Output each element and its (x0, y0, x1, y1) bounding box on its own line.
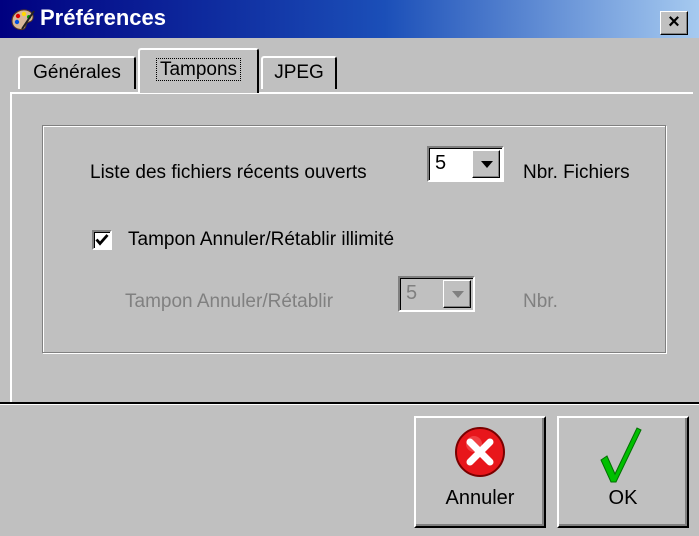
unlimited-undo-checkbox[interactable] (92, 230, 112, 250)
close-icon: × (668, 11, 680, 33)
dropdown-button[interactable] (472, 150, 500, 178)
check-icon (95, 234, 109, 246)
close-button[interactable]: × (660, 11, 688, 35)
ok-button-label: OK (608, 487, 638, 509)
tab-tampons[interactable]: Tampons (138, 48, 259, 93)
recent-files-label: Liste des fichiers récents ouverts (90, 162, 367, 183)
cancel-x-icon (455, 427, 505, 477)
tab-generales[interactable]: Générales (18, 56, 136, 89)
dropdown-button[interactable] (443, 280, 471, 308)
tab-jpeg[interactable]: JPEG (261, 56, 337, 89)
recent-files-select[interactable]: 5 (427, 146, 504, 182)
undo-buffer-select[interactable]: 5 (398, 276, 475, 312)
checkmark-icon (600, 427, 642, 483)
palette-icon (11, 9, 35, 30)
chevron-down-icon (481, 161, 493, 168)
preferences-dialog: Préférences × Générales Tampons JPEG Lis… (0, 0, 699, 536)
tab-label: Tampons (155, 58, 242, 81)
unlimited-undo-label: Tampon Annuler/Rétablir illimité (128, 229, 395, 250)
title-bar[interactable]: Préférences × (0, 0, 699, 38)
cancel-button-label: Annuler (445, 487, 515, 509)
recent-files-unit: Nbr. Fichiers (523, 162, 630, 183)
recent-files-value: 5 (435, 152, 447, 174)
undo-buffer-value: 5 (406, 282, 418, 304)
tab-label: JPEG (274, 62, 324, 83)
undo-buffer-unit: Nbr. (523, 291, 558, 312)
undo-buffer-label: Tampon Annuler/Rétablir (125, 291, 334, 312)
cancel-button[interactable]: Annuler (414, 416, 546, 528)
ok-button[interactable]: OK (557, 416, 689, 528)
chevron-down-icon (452, 291, 464, 298)
separator-highlight (0, 404, 699, 405)
tab-label: Générales (33, 62, 121, 83)
window-title: Préférences (40, 5, 166, 30)
